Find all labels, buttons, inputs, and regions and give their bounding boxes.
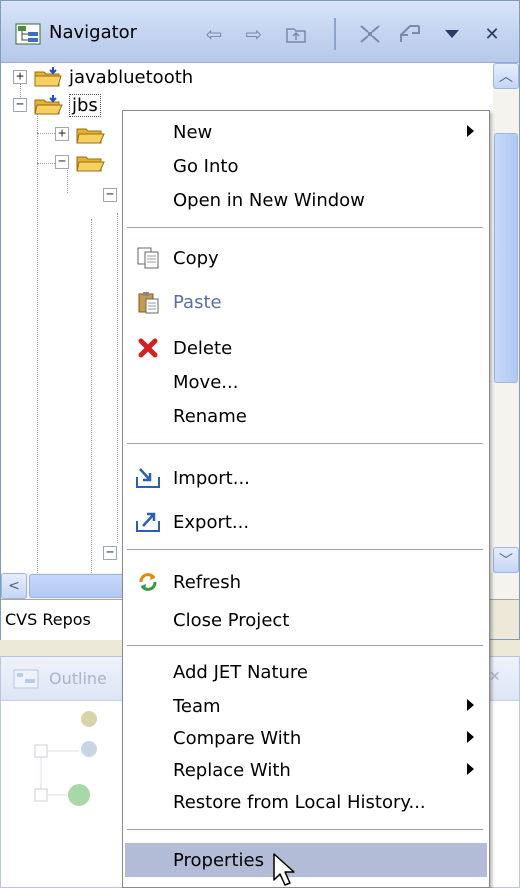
link-with-editor-icon[interactable] <box>397 21 423 47</box>
menu-item-label: Go Into <box>173 155 239 177</box>
refresh-icon <box>135 570 161 594</box>
view-menu-icon[interactable] <box>439 21 465 47</box>
tree-row-child[interactable]: − <box>103 181 117 209</box>
menu-item-rename[interactable]: Rename <box>125 399 487 433</box>
up-folder-icon[interactable] <box>283 21 309 47</box>
submenu-arrow-icon <box>467 763 474 775</box>
folder-icon <box>76 128 105 144</box>
menu-item-move[interactable]: Move... <box>125 365 487 399</box>
menu-item-close-project[interactable]: Close Project <box>125 603 487 637</box>
menu-item-paste[interactable]: Paste <box>125 285 487 319</box>
menu-item-delete[interactable]: Delete <box>125 331 487 365</box>
project-folder-icon <box>34 67 62 87</box>
scroll-thumb[interactable] <box>29 574 125 598</box>
menu-item-copy[interactable]: Copy <box>125 241 487 275</box>
context-menu: New Go Into Open in New Window Copy Past… <box>122 110 490 888</box>
tree-row-javabluetooth[interactable]: + javabluetooth <box>13 63 193 91</box>
collapse-icon[interactable]: − <box>13 98 27 112</box>
menu-item-label: Import... <box>173 467 250 489</box>
menu-item-add-jet-nature[interactable]: Add JET Nature <box>125 655 487 689</box>
menu-item-export[interactable]: Export... <box>125 505 487 539</box>
menu-item-import[interactable]: Import... <box>125 461 487 495</box>
submenu-arrow-icon <box>467 125 474 137</box>
collapse-all-icon[interactable] <box>357 21 383 47</box>
collapse-icon[interactable]: − <box>55 155 69 169</box>
menu-item-label: Close Project <box>173 609 290 631</box>
tree-row-jbs[interactable]: − jbs <box>13 91 101 119</box>
menu-item-restore-from-local-history[interactable]: Restore from Local History... <box>125 785 487 819</box>
menu-separator <box>127 645 483 647</box>
menu-item-label: Paste <box>173 291 222 313</box>
submenu-arrow-icon <box>467 699 474 711</box>
collapse-icon[interactable]: − <box>103 188 117 202</box>
back-arrow-icon[interactable]: ⇦ <box>201 21 227 47</box>
menu-item-label: Compare With <box>173 727 302 749</box>
tree-row-child[interactable]: − <box>103 539 117 567</box>
tree-label-selected: jbs <box>69 93 101 117</box>
close-view-icon[interactable]: ✕ <box>479 21 505 47</box>
menu-item-team[interactable]: Team <box>125 689 487 723</box>
menu-item-label: New <box>173 121 213 143</box>
tree-row-child[interactable]: − <box>55 148 105 176</box>
menu-item-label: Team <box>173 695 221 717</box>
forward-arrow-icon[interactable]: ⇨ <box>241 21 267 47</box>
scroll-down-icon[interactable]: ﹀ <box>493 547 519 573</box>
menu-item-go-into[interactable]: Go Into <box>125 149 487 183</box>
expand-icon[interactable]: + <box>55 127 69 141</box>
scroll-up-icon[interactable]: ︿ <box>493 63 519 89</box>
collapse-icon[interactable]: − <box>103 546 117 560</box>
delete-icon <box>135 336 161 360</box>
paste-icon <box>135 290 161 314</box>
import-icon <box>135 466 161 490</box>
submenu-arrow-icon <box>467 731 474 743</box>
menu-separator <box>127 443 483 445</box>
navigator-view-icon <box>15 23 41 45</box>
menu-separator <box>127 549 483 551</box>
open-project-folder-icon <box>34 95 63 115</box>
copy-icon <box>135 246 161 270</box>
menu-separator <box>127 227 483 229</box>
menu-item-refresh[interactable]: Refresh <box>125 565 487 599</box>
tab-cvs-repositories[interactable]: CVS Repos <box>1 600 141 640</box>
menu-item-label: Delete <box>173 337 233 359</box>
expand-icon[interactable]: + <box>13 70 27 84</box>
tree-row-child[interactable]: + <box>55 120 105 148</box>
menu-item-label: Properties <box>173 849 264 871</box>
menu-item-label: Replace With <box>173 759 291 781</box>
menu-item-replace-with[interactable]: Replace With <box>125 753 487 787</box>
outline-icon <box>13 669 39 689</box>
menu-item-open-in-new-window[interactable]: Open in New Window <box>125 183 487 217</box>
outline-tree-icons <box>34 711 97 806</box>
toolbar-separator <box>334 18 336 50</box>
outline-title: Outline <box>49 669 107 688</box>
mouse-cursor-icon <box>273 853 295 886</box>
menu-separator <box>127 829 483 831</box>
menu-item-properties[interactable]: Properties <box>125 843 487 877</box>
close-view-icon[interactable]: ✕ <box>489 669 501 685</box>
menu-item-label: Restore from Local History... <box>173 791 426 813</box>
export-icon <box>135 510 161 534</box>
vertical-scrollbar[interactable]: ︿ ﹀ <box>493 63 519 573</box>
tree-label: javabluetooth <box>69 66 194 88</box>
menu-item-label: Export... <box>173 511 250 533</box>
menu-item-label: Open in New Window <box>173 189 365 211</box>
navigator-title: Navigator <box>49 22 138 43</box>
scroll-left-icon[interactable]: < <box>1 573 27 599</box>
menu-item-label: Copy <box>173 247 219 269</box>
menu-item-label: Add JET Nature <box>173 661 309 683</box>
menu-item-label: Move... <box>173 371 239 393</box>
navigator-header: Navigator ⇦ ⇨ ✕ <box>1 1 519 63</box>
menu-item-label: Rename <box>173 405 247 427</box>
menu-item-compare-with[interactable]: Compare With <box>125 721 487 755</box>
menu-item-label: Refresh <box>173 571 241 593</box>
scroll-thumb[interactable] <box>494 133 518 383</box>
open-folder-icon <box>76 156 105 172</box>
menu-item-new[interactable]: New <box>125 115 487 149</box>
